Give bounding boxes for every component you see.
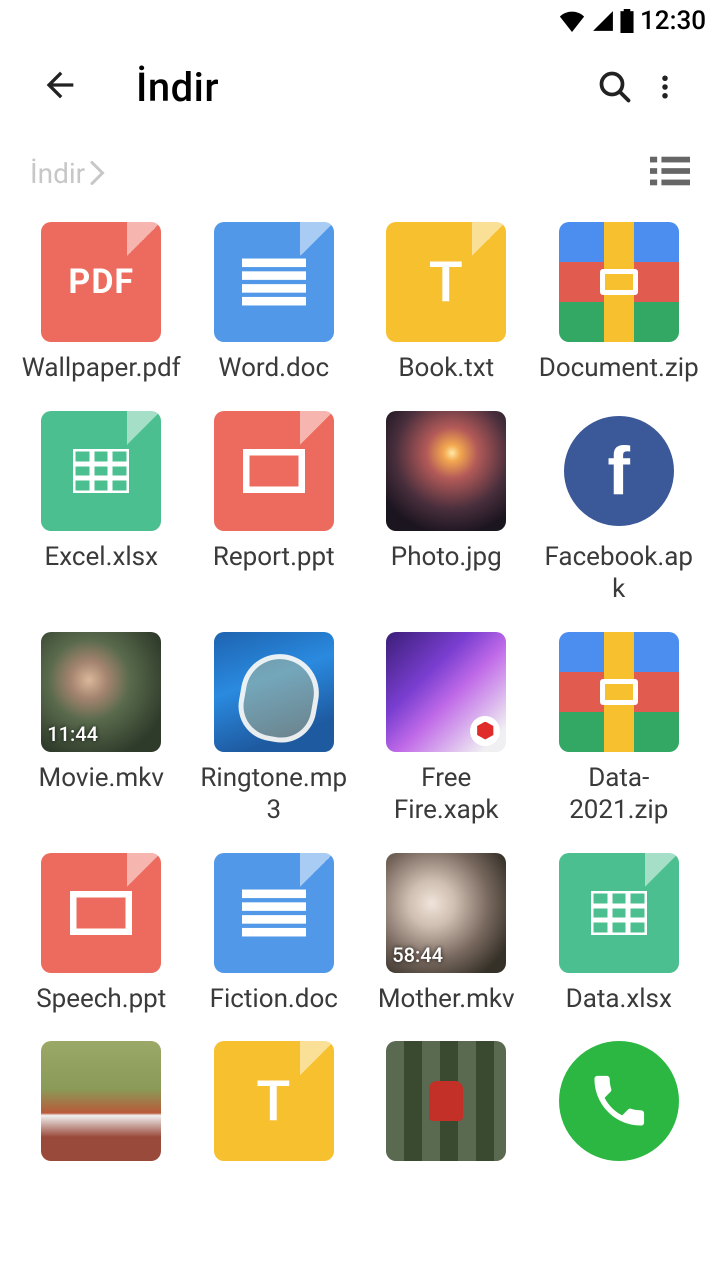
- file-thumbnail: 11:44: [41, 632, 161, 752]
- file-name: Data.xlsx: [566, 983, 672, 1016]
- file-thumbnail: [214, 632, 334, 752]
- file-name: Word.doc: [218, 352, 329, 385]
- file-item[interactable]: Photo.jpg: [365, 411, 528, 606]
- arrow-left-icon: [40, 65, 80, 105]
- file-thumbnail: [559, 632, 679, 752]
- file-item[interactable]: Data.xlsx: [538, 853, 701, 1016]
- file-name: Free Fire.xapk: [366, 762, 526, 827]
- file-name: Fiction.doc: [210, 983, 338, 1016]
- file-item[interactable]: Ringtone.mp3: [193, 632, 356, 827]
- file-item[interactable]: Data-2021.zip: [538, 632, 701, 827]
- chevron-right-icon: [89, 161, 107, 185]
- file-thumbnail: [214, 222, 334, 342]
- file-item[interactable]: Document.zip: [538, 222, 701, 385]
- breadcrumb-row: İndir: [0, 132, 720, 202]
- file-thumbnail: [559, 222, 679, 342]
- search-icon: [597, 69, 633, 105]
- file-name: Report.ppt: [213, 541, 335, 574]
- file-name: Speech.ppt: [36, 983, 166, 1016]
- file-name: Data-2021.zip: [539, 762, 699, 827]
- file-name: Excel.xlsx: [44, 541, 158, 574]
- file-item[interactable]: T: [193, 1041, 356, 1171]
- file-item[interactable]: Report.ppt: [193, 411, 356, 606]
- file-thumbnail: [559, 1041, 679, 1161]
- file-grid: PDF Wallpaper.pdf Word.doc T Book.txt Documen…: [0, 202, 720, 1171]
- status-time: 12:30: [640, 6, 706, 36]
- more-button[interactable]: [640, 69, 690, 105]
- file-name: Movie.mkv: [39, 762, 164, 795]
- file-thumbnail: [214, 853, 334, 973]
- cell-signal-icon: [592, 10, 614, 32]
- breadcrumb-label: İndir: [30, 157, 85, 190]
- file-thumbnail: T: [214, 1041, 334, 1161]
- page-title: İndir: [136, 64, 219, 111]
- file-item[interactable]: 11:44 Movie.mkv: [20, 632, 183, 827]
- file-name: Photo.jpg: [391, 541, 502, 574]
- file-thumbnail: [559, 853, 679, 973]
- file-thumbnail: [214, 411, 334, 531]
- file-thumbnail: [386, 632, 506, 752]
- file-thumbnail: [386, 1041, 506, 1161]
- file-thumbnail: T: [386, 222, 506, 342]
- list-view-icon: [650, 154, 690, 188]
- more-vert-icon: [650, 69, 680, 105]
- file-item[interactable]: Free Fire.xapk: [365, 632, 528, 827]
- file-item[interactable]: 58:44 Mother.mkv: [365, 853, 528, 1016]
- file-name: Ringtone.mp3: [194, 762, 354, 827]
- file-name: Document.zip: [539, 352, 699, 385]
- file-name: Facebook.apk: [539, 541, 699, 606]
- file-name: Mother.mkv: [378, 983, 515, 1016]
- file-thumbnail: [386, 411, 506, 531]
- duration-badge: 11:44: [47, 722, 98, 746]
- status-bar: 12:30: [0, 0, 720, 42]
- file-thumbnail: [41, 411, 161, 531]
- file-item[interactable]: [538, 1041, 701, 1171]
- file-item[interactable]: Speech.ppt: [20, 853, 183, 1016]
- file-name: Wallpaper.pdf: [22, 352, 181, 385]
- battery-icon: [620, 9, 634, 33]
- file-item[interactable]: T Book.txt: [365, 222, 528, 385]
- file-thumbnail: [41, 1041, 161, 1161]
- app-header: İndir: [0, 42, 720, 132]
- file-thumbnail: PDF: [41, 222, 161, 342]
- file-thumbnail: f: [559, 411, 679, 531]
- view-toggle-button[interactable]: [650, 154, 690, 192]
- file-name: Book.txt: [398, 352, 494, 385]
- file-item[interactable]: f Facebook.apk: [538, 411, 701, 606]
- breadcrumb[interactable]: İndir: [30, 157, 107, 190]
- file-item[interactable]: [20, 1041, 183, 1171]
- duration-badge: 58:44: [392, 943, 443, 967]
- search-button[interactable]: [590, 69, 640, 105]
- file-item[interactable]: Excel.xlsx: [20, 411, 183, 606]
- file-item[interactable]: Word.doc: [193, 222, 356, 385]
- back-button[interactable]: [40, 65, 80, 109]
- file-item[interactable]: PDF Wallpaper.pdf: [20, 222, 183, 385]
- file-item[interactable]: Fiction.doc: [193, 853, 356, 1016]
- file-item[interactable]: [365, 1041, 528, 1171]
- file-thumbnail: [41, 853, 161, 973]
- wifi-icon: [558, 10, 586, 32]
- file-thumbnail: 58:44: [386, 853, 506, 973]
